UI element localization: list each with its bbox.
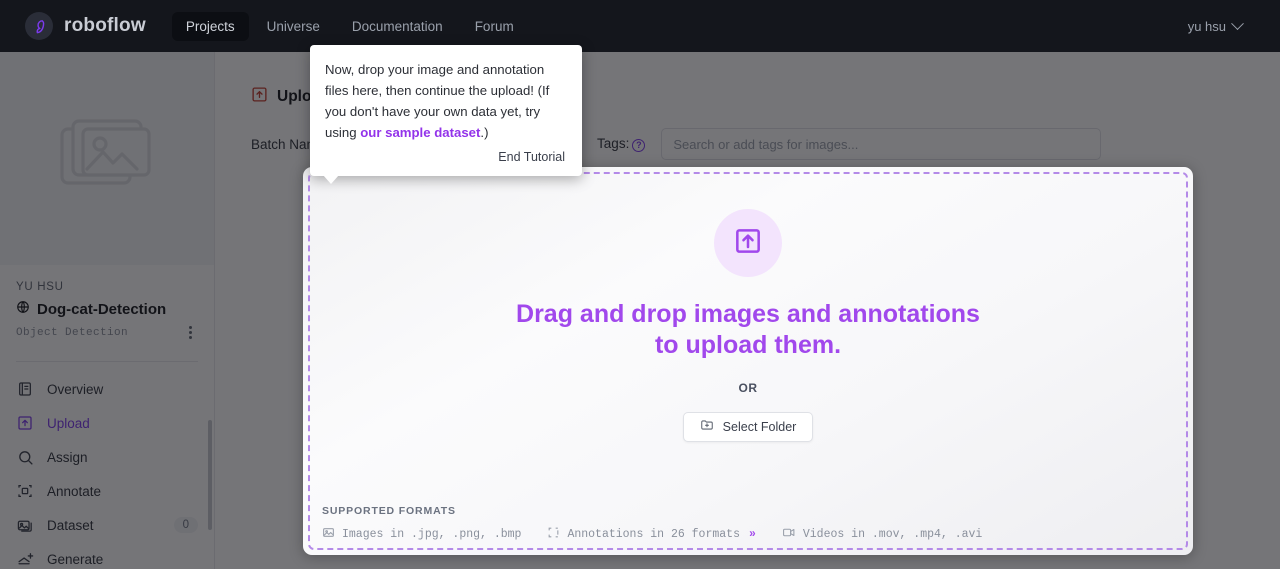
format-annotations-text: Annotations in 26 formats	[567, 528, 740, 541]
upload-dropzone[interactable]: Drag and drop images and annotations to …	[303, 167, 1193, 555]
supported-formats-title: SUPPORTED FORMATS	[322, 505, 456, 517]
format-videos: Videos in .mov, .mp4, .avi	[782, 526, 982, 543]
folder-plus-icon	[700, 418, 714, 435]
format-annotations[interactable]: Annotations in 26 formats »	[547, 526, 756, 543]
brand-name: roboflow	[64, 15, 146, 36]
user-menu[interactable]: yu hsu	[1187, 16, 1262, 34]
select-folder-button[interactable]: Select Folder	[682, 411, 814, 442]
end-tutorial-button[interactable]: End Tutorial	[496, 148, 567, 166]
tutorial-tooltip: Now, drop your image and annotation file…	[310, 45, 582, 184]
nav-link-universe[interactable]: Universe	[253, 12, 334, 41]
tutorial-tooltip-footer: End Tutorial	[325, 148, 567, 166]
chevron-down-icon	[1231, 16, 1244, 30]
page-root: roboflow Projects Universe Documentation…	[0, 0, 1280, 569]
upload-box-icon	[732, 225, 764, 262]
tutorial-tooltip-text: Now, drop your image and annotation file…	[325, 59, 567, 144]
dropzone-or-label: OR	[738, 380, 758, 395]
format-images-text: Images in .jpg, .png, .bmp	[342, 528, 522, 541]
nav-link-forum[interactable]: Forum	[461, 12, 528, 41]
dropzone-center: Drag and drop images and annotations to …	[303, 209, 1193, 442]
format-annotations-more-icon[interactable]: »	[749, 528, 756, 541]
nav-link-projects[interactable]: Projects	[171, 11, 249, 41]
video-icon	[782, 526, 796, 543]
format-images: Images in .jpg, .png, .bmp	[322, 526, 521, 543]
brand[interactable]: roboflow	[25, 12, 146, 40]
sample-dataset-link[interactable]: our sample dataset	[360, 125, 480, 140]
format-videos-text: Videos in .mov, .mp4, .avi	[802, 528, 983, 541]
top-navbar: roboflow Projects Universe Documentation…	[0, 0, 1280, 52]
user-name: yu hsu	[1187, 18, 1226, 34]
annotation-icon	[547, 526, 560, 543]
select-folder-label: Select Folder	[722, 419, 797, 434]
supported-formats-section: SUPPORTED FORMATS Images in .jpg, .png, …	[322, 505, 1174, 543]
dropzone-upload-icon-circle	[714, 209, 782, 277]
tooltip-arrow	[323, 174, 339, 184]
image-icon	[322, 526, 335, 543]
dropzone-title: Drag and drop images and annotations to …	[516, 300, 980, 359]
supported-formats-list: Images in .jpg, .png, .bmp Annotations i…	[322, 526, 1174, 543]
navbar-links: Projects Universe Documentation Forum	[171, 11, 528, 41]
roboflow-logo-icon	[25, 12, 53, 40]
nav-link-documentation[interactable]: Documentation	[338, 12, 457, 41]
tooltip-text-part2: .)	[480, 125, 489, 141]
